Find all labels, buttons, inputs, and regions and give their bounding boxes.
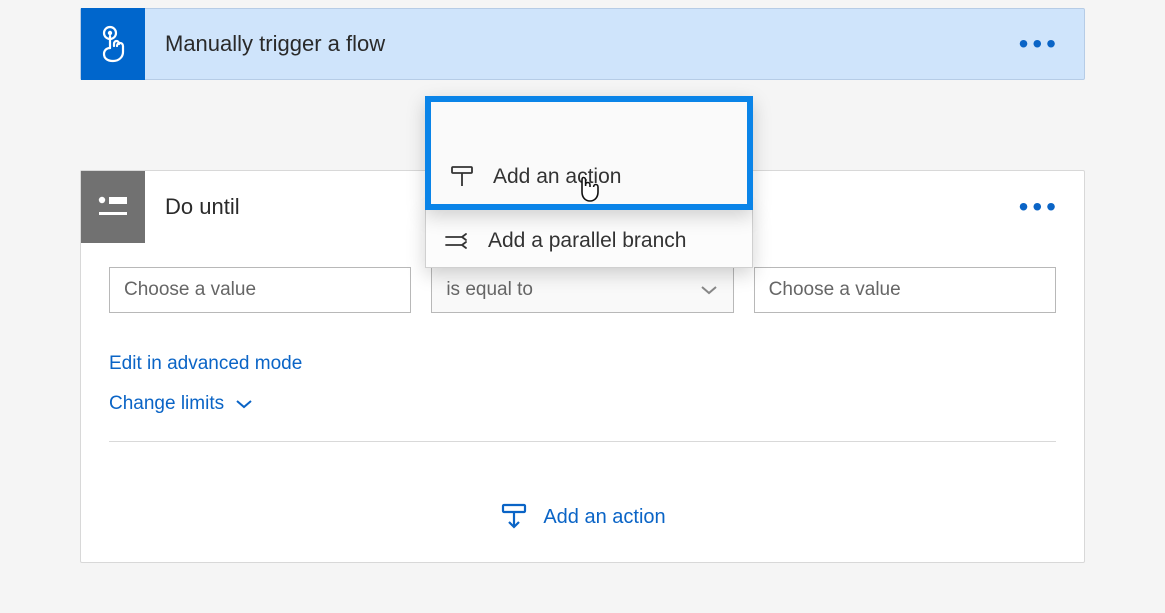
chevron-down-icon bbox=[699, 283, 719, 297]
do-until-icon bbox=[81, 171, 145, 243]
add-action-icon bbox=[499, 502, 529, 532]
do-until-more-button[interactable]: ••• bbox=[1019, 191, 1084, 223]
condition-operator-select[interactable]: is equal to bbox=[431, 267, 733, 313]
condition-left-input[interactable] bbox=[109, 267, 411, 313]
link-label: Change limits bbox=[109, 393, 224, 415]
menu-item-add-parallel-branch[interactable]: Add a parallel branch bbox=[426, 215, 752, 267]
add-step-menu-extension: Add a parallel branch bbox=[425, 208, 753, 268]
add-action-button[interactable]: Add an action bbox=[81, 442, 1084, 562]
link-label: Edit in advanced mode bbox=[109, 353, 302, 375]
manual-trigger-icon bbox=[81, 8, 145, 80]
chevron-down-icon bbox=[234, 397, 254, 411]
condition-operator-value: is equal to bbox=[446, 279, 533, 301]
add-step-menu: Add an action bbox=[425, 96, 753, 210]
menu-item-label: Add an action bbox=[493, 165, 621, 189]
change-limits-toggle[interactable]: Change limits bbox=[109, 393, 1056, 415]
trigger-more-button[interactable]: ••• bbox=[1019, 28, 1084, 60]
add-action-icon bbox=[449, 164, 475, 190]
trigger-title: Manually trigger a flow bbox=[165, 31, 1019, 57]
parallel-branch-icon bbox=[444, 231, 470, 251]
trigger-card[interactable]: Manually trigger a flow ••• bbox=[80, 8, 1085, 80]
edit-advanced-mode-link[interactable]: Edit in advanced mode bbox=[109, 353, 1056, 375]
menu-item-add-action[interactable]: Add an action bbox=[431, 150, 747, 204]
menu-item-label: Add a parallel branch bbox=[488, 229, 686, 253]
add-action-label: Add an action bbox=[543, 506, 665, 529]
condition-right-input[interactable] bbox=[754, 267, 1056, 313]
